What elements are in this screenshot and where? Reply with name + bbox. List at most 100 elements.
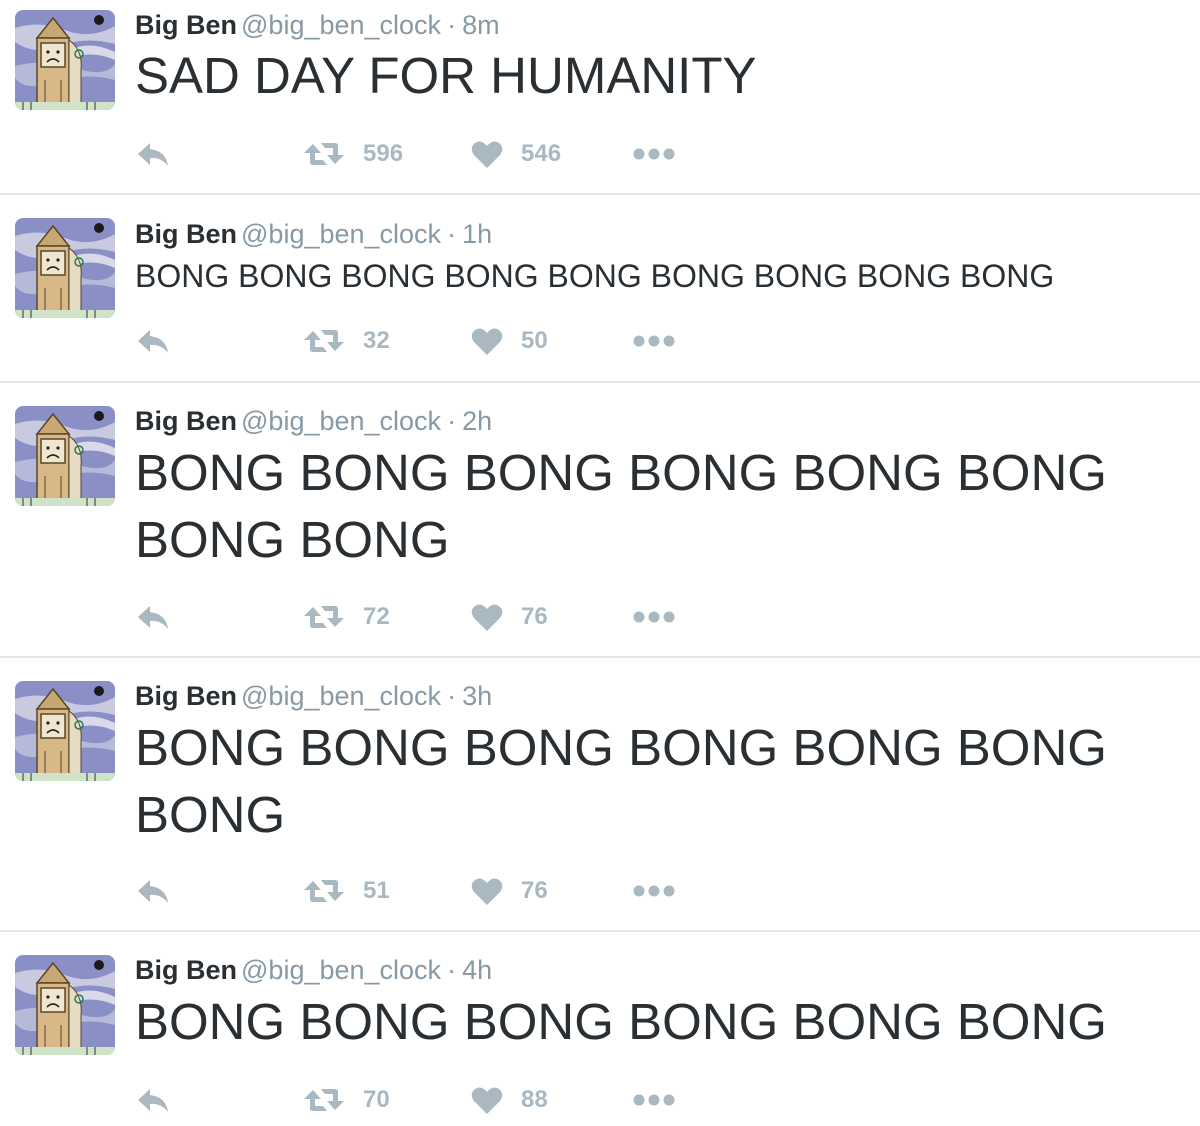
big-ben-avatar-icon (15, 218, 115, 318)
like-button[interactable]: 88 (471, 1080, 548, 1120)
tweet-header: Big Ben @big_ben_clock · 4h (135, 953, 492, 987)
tweet-text: SAD DAY FOR HUMANITY (135, 47, 757, 104)
retweet-count: 32 (363, 327, 390, 354)
retweet-button[interactable]: 51 (303, 871, 390, 911)
more-dots-icon (633, 1094, 675, 1106)
like-count: 76 (521, 877, 548, 904)
tweet-text: BONG BONG BONG BONG BONG BONG BONG BONG … (135, 258, 1055, 294)
more-dots-icon (633, 148, 675, 160)
more-button[interactable] (633, 134, 675, 174)
username[interactable]: @big_ben_clock (241, 10, 441, 40)
reply-icon (138, 1089, 168, 1112)
more-button[interactable] (633, 321, 675, 361)
tweet-header: Big Ben @big_ben_clock · 1h (135, 217, 492, 251)
tweet-text: BONG BONG BONG BONG BONG BONG BONG (135, 719, 1107, 843)
tweet-header: Big Ben @big_ben_clock · 3h (135, 679, 492, 713)
timestamp[interactable]: 2h (462, 406, 492, 436)
retweet-icon (304, 330, 344, 352)
more-button[interactable] (633, 597, 675, 637)
tweet-header: Big Ben @big_ben_clock · 2h (135, 404, 492, 438)
action-bar: 72 76 (135, 597, 735, 637)
heart-icon (471, 328, 503, 355)
reply-icon (138, 330, 168, 353)
retweet-count: 70 (363, 1086, 390, 1113)
separator: · (447, 955, 457, 985)
action-bar: 596 546 (135, 134, 735, 174)
heart-icon (471, 878, 503, 905)
reply-icon (138, 606, 168, 629)
username[interactable]: @big_ben_clock (241, 681, 441, 711)
tweet[interactable]: Big Ben @big_ben_clock · 8m SAD DAY FOR HUM… (0, 0, 1200, 195)
tweet[interactable]: Big Ben @big_ben_clock · 4h BONG BONG BONG … (0, 932, 1200, 1126)
like-button[interactable]: 76 (471, 871, 548, 911)
retweet-count: 51 (363, 877, 390, 904)
retweet-count: 72 (363, 603, 390, 630)
avatar[interactable] (15, 955, 115, 1055)
more-dots-icon (633, 335, 675, 347)
like-count: 76 (521, 603, 548, 630)
retweet-button[interactable]: 72 (303, 597, 390, 637)
avatar[interactable] (15, 218, 115, 318)
reply-icon (138, 143, 168, 166)
tweet-text: BONG BONG BONG BONG BONG BONG BONG BONG (135, 444, 1107, 568)
retweet-button[interactable]: 70 (303, 1080, 390, 1120)
avatar[interactable] (15, 10, 115, 110)
tweet[interactable]: Big Ben @big_ben_clock · 3h BONG BONG BONG … (0, 658, 1200, 932)
action-bar: 32 50 (135, 321, 735, 361)
separator: · (447, 406, 457, 436)
big-ben-avatar-icon (15, 406, 115, 506)
retweet-count: 596 (363, 140, 404, 167)
reply-icon (138, 880, 168, 903)
display-name[interactable]: Big Ben (135, 406, 237, 436)
heart-icon (471, 1087, 503, 1114)
retweet-icon (304, 1089, 344, 1111)
like-count: 50 (521, 327, 548, 354)
like-count: 546 (521, 140, 562, 167)
big-ben-avatar-icon (15, 10, 115, 110)
heart-icon (471, 604, 503, 631)
avatar[interactable] (15, 681, 115, 781)
action-bar: 51 76 (135, 871, 735, 911)
tweet[interactable]: Big Ben @big_ben_clock · 1h BONG BONG BONG … (0, 195, 1200, 383)
reply-button[interactable] (135, 597, 171, 637)
display-name[interactable]: Big Ben (135, 10, 237, 40)
timestamp[interactable]: 4h (462, 955, 492, 985)
big-ben-avatar-icon (15, 955, 115, 1055)
avatar[interactable] (15, 406, 115, 506)
like-button[interactable]: 50 (471, 321, 548, 361)
more-button[interactable] (633, 871, 675, 911)
more-dots-icon (633, 611, 675, 623)
like-count: 88 (521, 1086, 548, 1113)
display-name[interactable]: Big Ben (135, 955, 237, 985)
reply-button[interactable] (135, 1080, 171, 1120)
reply-button[interactable] (135, 321, 171, 361)
more-button[interactable] (633, 1080, 675, 1120)
more-dots-icon (633, 885, 675, 897)
retweet-icon (304, 606, 344, 628)
timestamp[interactable]: 3h (462, 681, 492, 711)
action-bar: 70 88 (135, 1080, 735, 1120)
timestamp[interactable]: 8m (462, 10, 500, 40)
username[interactable]: @big_ben_clock (241, 955, 441, 985)
display-name[interactable]: Big Ben (135, 681, 237, 711)
big-ben-avatar-icon (15, 681, 115, 781)
retweet-icon (304, 143, 344, 165)
heart-icon (471, 141, 503, 168)
retweet-button[interactable]: 596 (303, 134, 403, 174)
tweet-header: Big Ben @big_ben_clock · 8m (135, 8, 500, 42)
username[interactable]: @big_ben_clock (241, 219, 441, 249)
like-button[interactable]: 76 (471, 597, 548, 637)
reply-button[interactable] (135, 134, 171, 174)
username[interactable]: @big_ben_clock (241, 406, 441, 436)
tweet[interactable]: Big Ben @big_ben_clock · 2h BONG BONG BONG … (0, 383, 1200, 658)
retweet-icon (304, 880, 344, 902)
retweet-button[interactable]: 32 (303, 321, 390, 361)
reply-button[interactable] (135, 871, 171, 911)
separator: · (447, 681, 457, 711)
tweet-text: BONG BONG BONG BONG BONG BONG (135, 993, 1107, 1050)
display-name[interactable]: Big Ben (135, 219, 237, 249)
separator: · (447, 10, 457, 40)
timestamp[interactable]: 1h (462, 219, 492, 249)
separator: · (447, 219, 457, 249)
like-button[interactable]: 546 (471, 134, 561, 174)
